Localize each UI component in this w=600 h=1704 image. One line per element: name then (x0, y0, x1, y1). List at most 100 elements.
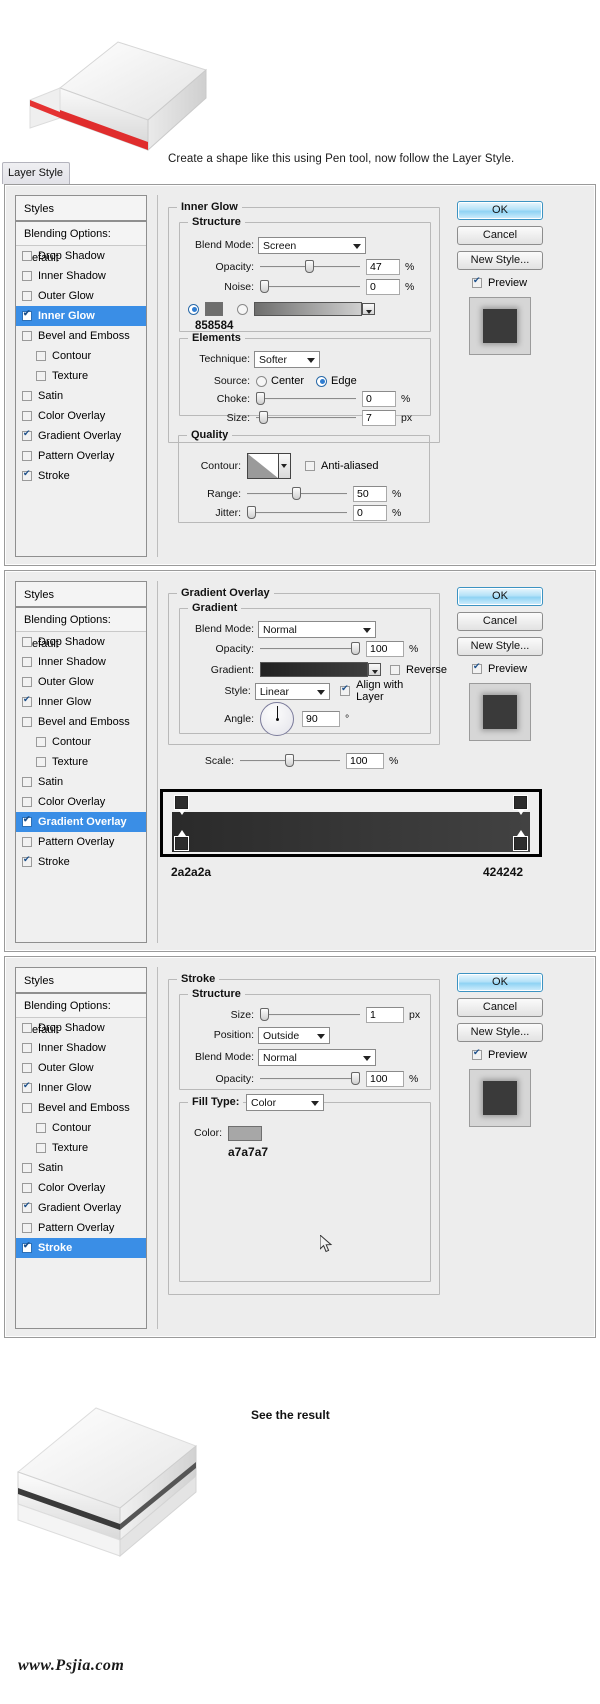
chevron-down-icon[interactable] (279, 453, 291, 479)
blending-options-item[interactable]: Blending Options: Default (16, 222, 146, 264)
styles-list-item[interactable]: Outer Glow (16, 672, 146, 692)
styles-list-item-checkbox[interactable] (22, 837, 32, 847)
preview-checkbox[interactable] (472, 275, 482, 288)
anti-aliased-checkbox[interactable] (305, 461, 315, 471)
styles-list-item[interactable]: Satin (16, 1158, 146, 1178)
source-center-radio[interactable] (256, 375, 267, 387)
new-style-button[interactable]: New Style... (457, 251, 543, 270)
styles-list-item-checkbox[interactable] (22, 308, 32, 321)
chevron-down-icon[interactable] (368, 663, 381, 676)
styles-list-item-checkbox[interactable] (22, 637, 32, 647)
styles-list-panel-3[interactable]: Styles Blending Options: Default Drop Sh… (15, 967, 147, 1329)
styles-list-item-checkbox[interactable] (22, 1200, 32, 1213)
styles-list-item[interactable]: Satin (16, 772, 146, 792)
gradient-stop-bottom-right[interactable] (514, 830, 527, 850)
styles-list-item[interactable]: Inner Glow (16, 306, 146, 326)
styles-list-item-checkbox[interactable] (36, 1143, 46, 1153)
styles-list-item[interactable]: Bevel and Emboss (16, 326, 146, 346)
styles-list-item-checkbox[interactable] (22, 1103, 32, 1113)
stroke-opacity-value[interactable]: 100 (366, 1071, 404, 1087)
styles-list-item-checkbox[interactable] (22, 1023, 32, 1033)
preview-checkbox[interactable] (472, 1047, 482, 1060)
styles-list-item-checkbox[interactable] (22, 797, 32, 807)
styles-list-item-checkbox[interactable] (36, 737, 46, 747)
styles-list-item[interactable]: Gradient Overlay (16, 1198, 146, 1218)
styles-list-item-checkbox[interactable] (22, 1163, 32, 1173)
glow-gradient-preview[interactable] (254, 302, 375, 316)
choke-slider[interactable] (256, 391, 356, 407)
styles-list-item[interactable]: Texture (16, 366, 146, 386)
styles-list-item[interactable]: Color Overlay (16, 792, 146, 812)
styles-list-item[interactable]: Texture (16, 1138, 146, 1158)
styles-list-item-checkbox[interactable] (36, 351, 46, 361)
styles-list-item[interactable]: Pattern Overlay (16, 446, 146, 466)
scale-value[interactable]: 100 (346, 753, 384, 769)
styles-list-item-checkbox[interactable] (22, 1043, 32, 1053)
slider-knob[interactable] (351, 642, 360, 655)
noise-slider[interactable] (260, 279, 360, 295)
styles-list-item[interactable]: Stroke (16, 466, 146, 486)
styles-list-item-checkbox[interactable] (22, 1063, 32, 1073)
styles-list-item[interactable]: Pattern Overlay (16, 1218, 146, 1238)
cancel-button[interactable]: Cancel (457, 998, 543, 1017)
styles-list-item-checkbox[interactable] (22, 291, 32, 301)
blend-mode-select[interactable]: Screen (258, 236, 366, 254)
gradient-stop-top-left[interactable] (175, 796, 188, 815)
ok-button[interactable]: OK (457, 973, 543, 992)
layer-style-tab[interactable]: Layer Style (2, 162, 70, 184)
glow-color-radio[interactable] (188, 303, 199, 315)
preview-checkbox[interactable] (472, 661, 482, 674)
preview-checkbox-row[interactable]: Preview (472, 1047, 527, 1061)
chevron-down-icon[interactable] (362, 303, 375, 315)
gradient-stop-bottom-left[interactable] (175, 830, 188, 850)
styles-list-item[interactable]: Contour (16, 1118, 146, 1138)
styles-list-panel-2[interactable]: Styles Blending Options: Default Drop Sh… (15, 581, 147, 943)
styles-list-item[interactable]: Stroke (16, 852, 146, 872)
styles-list-item[interactable]: Contour (16, 732, 146, 752)
styles-list-item[interactable]: Pattern Overlay (16, 832, 146, 852)
stroke-color-swatch[interactable] (228, 1125, 262, 1141)
slider-knob[interactable] (259, 411, 268, 424)
blend-mode-select[interactable]: Normal (258, 620, 376, 638)
gradient-stop-top-right[interactable] (514, 796, 527, 815)
styles-list-item[interactable]: Outer Glow (16, 286, 146, 306)
angle-value[interactable]: 90 (302, 711, 340, 727)
styles-list-item-checkbox[interactable] (36, 371, 46, 381)
slider-knob[interactable] (351, 1072, 360, 1085)
styles-list-item-checkbox[interactable] (22, 391, 32, 401)
styles-list-item-checkbox[interactable] (22, 814, 32, 827)
slider-knob[interactable] (260, 1008, 269, 1021)
styles-list-item-checkbox[interactable] (22, 854, 32, 867)
styles-list-panel[interactable]: Styles Blending Options: Default Drop Sh… (15, 195, 147, 557)
stroke-size-value[interactable]: 1 (366, 1007, 404, 1023)
size-slider[interactable] (256, 410, 356, 426)
slider-knob[interactable] (247, 506, 256, 519)
jitter-slider[interactable] (247, 505, 347, 521)
slider-knob[interactable] (260, 280, 269, 293)
new-style-button[interactable]: New Style... (457, 637, 543, 656)
styles-list-item[interactable]: Bevel and Emboss (16, 712, 146, 732)
styles-list-item-checkbox[interactable] (22, 717, 32, 727)
opacity-value[interactable]: 100 (366, 641, 404, 657)
styles-list-item-checkbox[interactable] (22, 411, 32, 421)
ok-button[interactable]: OK (457, 201, 543, 220)
styles-list-item-checkbox[interactable] (22, 777, 32, 787)
contour-preview[interactable] (247, 453, 279, 479)
styles-list-item-checkbox[interactable] (22, 657, 32, 667)
blending-options-item[interactable]: Blending Options: Default (16, 994, 146, 1036)
styles-list-item[interactable]: Color Overlay (16, 406, 146, 426)
styles-list-item[interactable]: Inner Glow (16, 1078, 146, 1098)
styles-list-item[interactable]: Satin (16, 386, 146, 406)
gradient-editor[interactable] (160, 789, 542, 857)
styles-list-item-checkbox[interactable] (22, 331, 32, 341)
jitter-value[interactable]: 0 (353, 505, 387, 521)
range-slider[interactable] (247, 486, 347, 502)
align-with-layer-checkbox[interactable] (340, 683, 351, 696)
technique-select[interactable]: Softer (254, 350, 320, 368)
styles-list-item[interactable]: Gradient Overlay (16, 812, 146, 832)
slider-knob[interactable] (292, 487, 301, 500)
preview-checkbox-row[interactable]: Preview (472, 661, 527, 675)
preview-checkbox-row[interactable]: Preview (472, 275, 527, 289)
style-select[interactable]: Linear (254, 682, 331, 700)
styles-list-item-checkbox[interactable] (36, 1123, 46, 1133)
